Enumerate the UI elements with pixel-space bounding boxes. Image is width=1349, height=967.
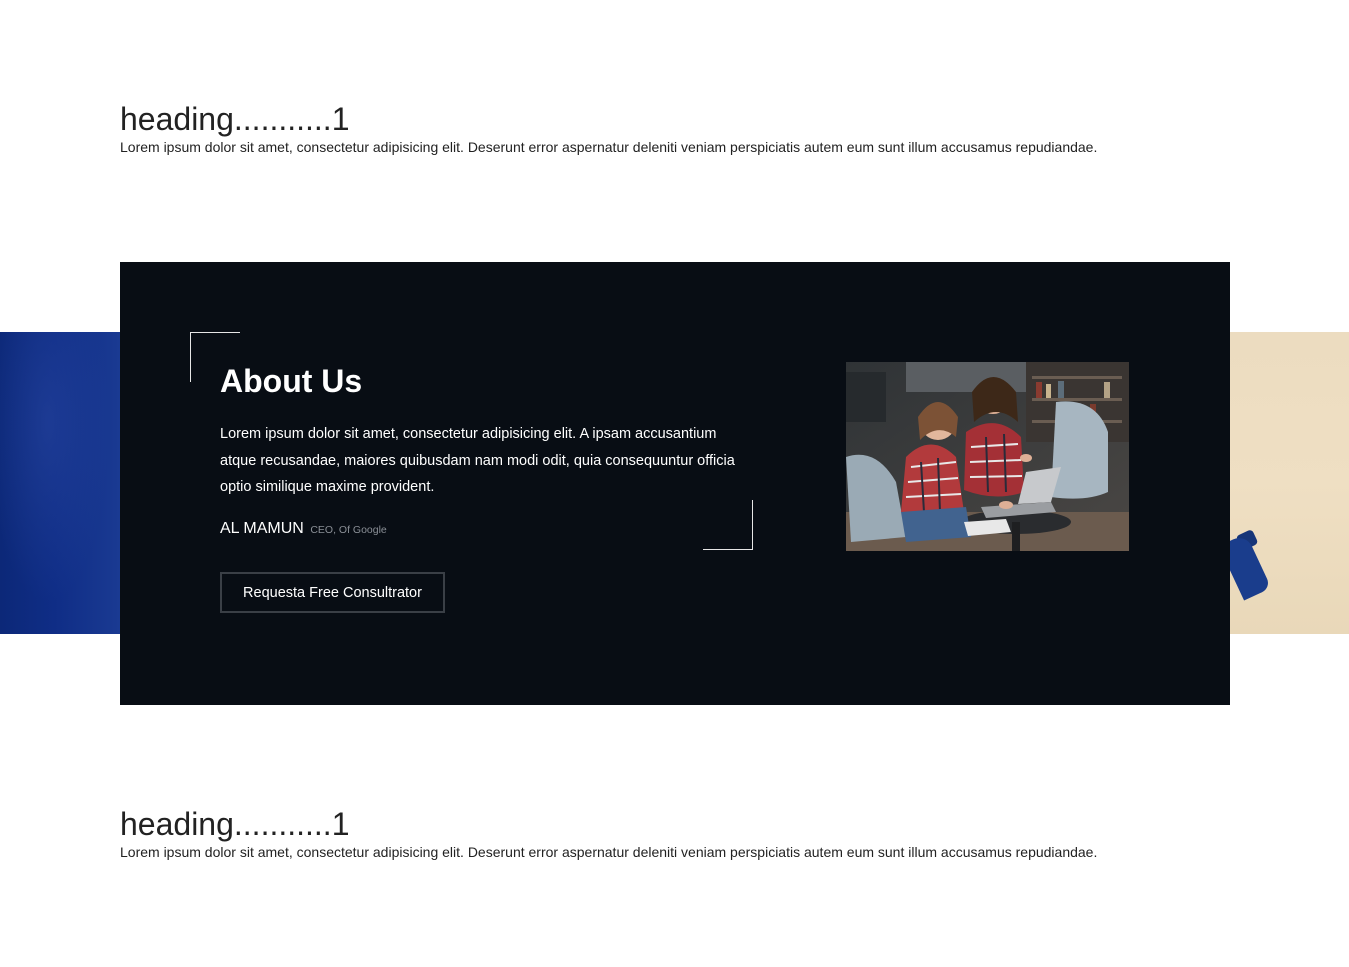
section-text: Lorem ipsum dolor sit amet, consectetur …: [120, 844, 1098, 860]
about-text: Lorem ipsum dolor sit amet, consectetur …: [220, 426, 735, 495]
request-consultation-button[interactable]: Requesta Free Consultrator: [220, 572, 445, 613]
author-role: CEO, Of Google: [310, 524, 387, 536]
about-photo: [846, 362, 1129, 551]
section-heading: heading...........1: [120, 806, 350, 842]
about-panel: About Us Lorem ipsum dolor sit amet, con…: [120, 262, 1230, 705]
intro-section-top: heading...........1 Lorem ipsum dolor si…: [120, 101, 1097, 157]
background-image-right: [1230, 332, 1349, 634]
section-text: Lorem ipsum dolor sit amet, consectetur …: [120, 139, 1098, 155]
corner-decoration-bottom-right: [703, 500, 753, 550]
section-heading: heading...........1: [120, 101, 350, 137]
author-name: AL MAMUN: [220, 520, 304, 537]
page: heading...........1 Lorem ipsum dolor si…: [0, 0, 1349, 967]
background-image-left: [0, 332, 120, 634]
author-signature: AL MAMUN CEO, Of Google: [220, 520, 387, 538]
about-title: About Us: [220, 363, 363, 399]
intro-section-bottom: heading...........1 Lorem ipsum dolor si…: [120, 806, 1097, 862]
